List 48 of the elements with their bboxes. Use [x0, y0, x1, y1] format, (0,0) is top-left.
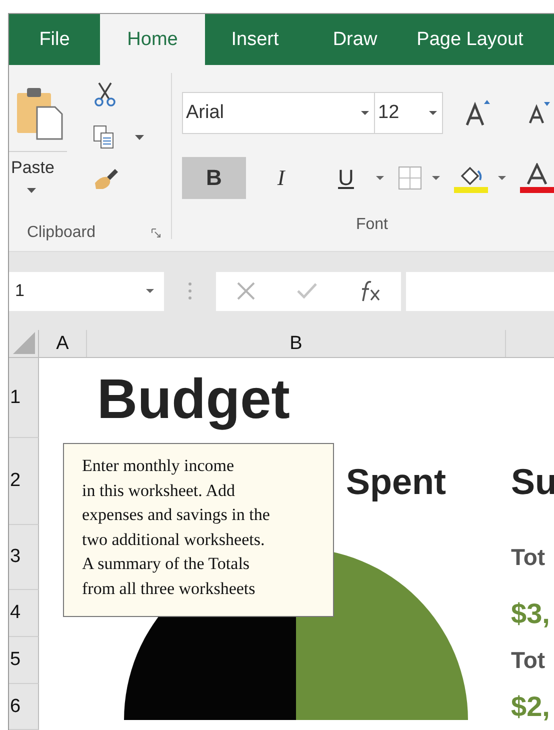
row-header[interactable]: 3 — [9, 525, 39, 590]
cell-text: $2, — [511, 691, 550, 723]
column-header[interactable]: A — [39, 330, 87, 357]
font-name-field[interactable]: Arial — [182, 92, 375, 134]
checkmark-icon[interactable] — [296, 282, 318, 300]
ribbon-tab[interactable]: File — [9, 14, 100, 65]
cell-text: Tot — [511, 544, 546, 571]
formula-input-field[interactable] — [406, 272, 554, 310]
paste-button[interactable]: Paste — [9, 156, 56, 180]
caret-icon[interactable] — [498, 176, 506, 180]
ribbon-tab[interactable]: Home — [100, 14, 205, 65]
cut-icon[interactable] — [93, 81, 117, 107]
ribbon-tab[interactable]: Draw — [305, 14, 405, 65]
caret-icon[interactable] — [432, 176, 440, 180]
font-size-field[interactable]: 12 — [375, 92, 443, 134]
grip-icon — [188, 282, 192, 300]
cell-text: Budget — [97, 366, 290, 430]
ribbon-tab[interactable]: Insert — [205, 14, 305, 65]
paintbrush-icon[interactable] — [93, 167, 119, 191]
row-header[interactable]: 6 — [9, 684, 39, 730]
row-header[interactable]: 4 — [9, 590, 39, 637]
caret-icon[interactable] — [361, 111, 369, 115]
caret-icon[interactable] — [27, 188, 36, 193]
cell-text: Tot — [511, 647, 546, 674]
row-header[interactable]: 2 — [9, 438, 39, 525]
clipboard-icon[interactable] — [15, 85, 65, 141]
caret-icon[interactable] — [429, 111, 437, 115]
underline-button[interactable]: U — [326, 157, 366, 199]
caret-icon[interactable] — [376, 176, 384, 180]
group-label: Clipboard — [27, 224, 96, 242]
column-header[interactable]: B — [87, 330, 506, 357]
caret-icon[interactable] — [146, 289, 154, 293]
copy-icon[interactable] — [93, 125, 115, 149]
ribbon-tab[interactable]: Page Layout — [405, 14, 535, 65]
row-header[interactable]: 5 — [9, 637, 39, 684]
cell-text: Spent — [346, 460, 446, 502]
decrease-font-size-icon[interactable] — [528, 101, 550, 125]
dialog-launcher-icon[interactable] — [151, 228, 161, 238]
name-box[interactable]: 1 — [9, 272, 164, 310]
caret-icon[interactable] — [135, 134, 144, 140]
bold-button[interactable]: B — [182, 157, 246, 199]
cell-text: $3, — [511, 598, 550, 630]
increase-font-size-icon[interactable] — [465, 99, 491, 127]
group-label: Font — [356, 216, 388, 234]
italic-button[interactable]: I — [256, 157, 306, 199]
comment-note: Enter monthly income in this worksheet. Add expenses and savings in the two additional worksheets. A summary of the Totals from all three worksheets — [63, 443, 334, 617]
row-header[interactable]: 1 — [9, 358, 39, 438]
font-color-icon[interactable] — [520, 163, 554, 193]
